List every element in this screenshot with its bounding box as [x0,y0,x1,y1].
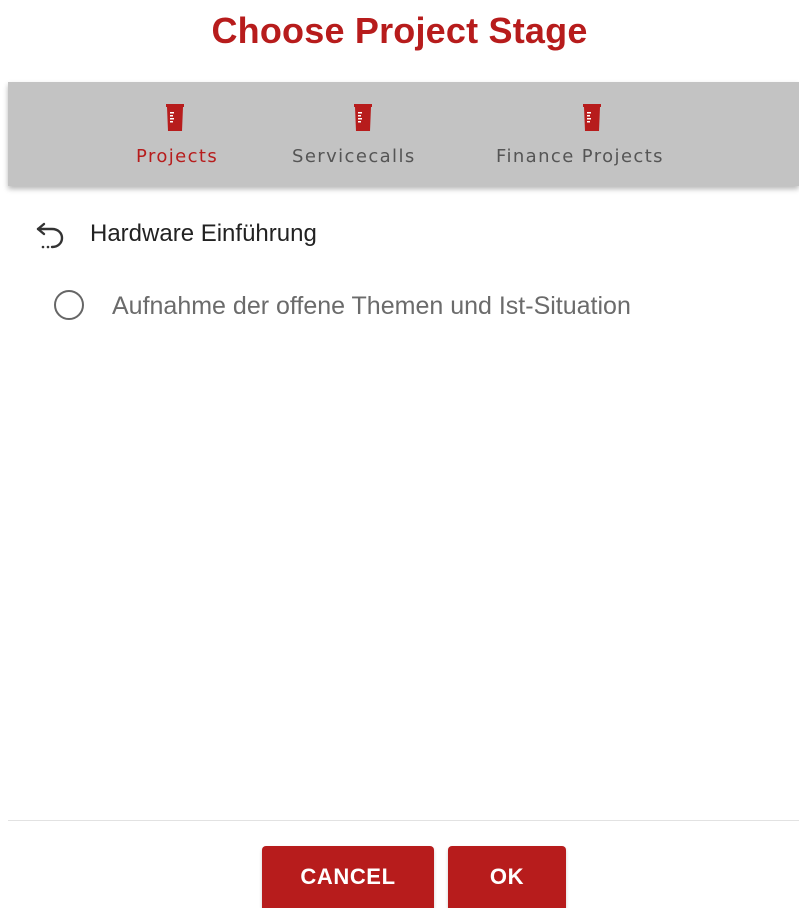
ok-button[interactable]: OK [448,846,566,908]
tab-bar: Projects Servicecalls Finance Projects [8,82,799,186]
dialog-title: Choose Project Stage [211,10,588,51]
tab-finance-projects-label: Finance Projects [496,146,664,167]
back-to-parent-row[interactable]: Hardware Einführung [34,214,534,254]
stage-radio-button[interactable] [54,290,84,320]
cancel-button[interactable]: CANCEL [262,846,434,908]
tab-projects[interactable]: Projects [136,82,246,186]
stage-option-label: Aufnahme der offene Themen und Ist-Situa… [112,292,631,320]
tab-servicecalls-label: Servicecalls [292,146,416,167]
footer-divider [8,820,799,821]
choose-stage-dialog: Choose Project Stage Projects Servicecal… [0,0,799,908]
current-project-name: Hardware Einführung [90,220,317,247]
undo-arrow-icon[interactable] [34,218,68,252]
project-book-icon [583,104,601,131]
stage-option[interactable]: Aufnahme der offene Themen und Ist-Situa… [54,286,774,326]
tab-finance-projects[interactable]: Finance Projects [496,82,706,186]
project-book-icon [354,104,372,131]
project-book-icon [166,104,184,131]
tab-servicecalls[interactable]: Servicecalls [292,82,452,186]
tab-projects-label: Projects [136,146,219,167]
